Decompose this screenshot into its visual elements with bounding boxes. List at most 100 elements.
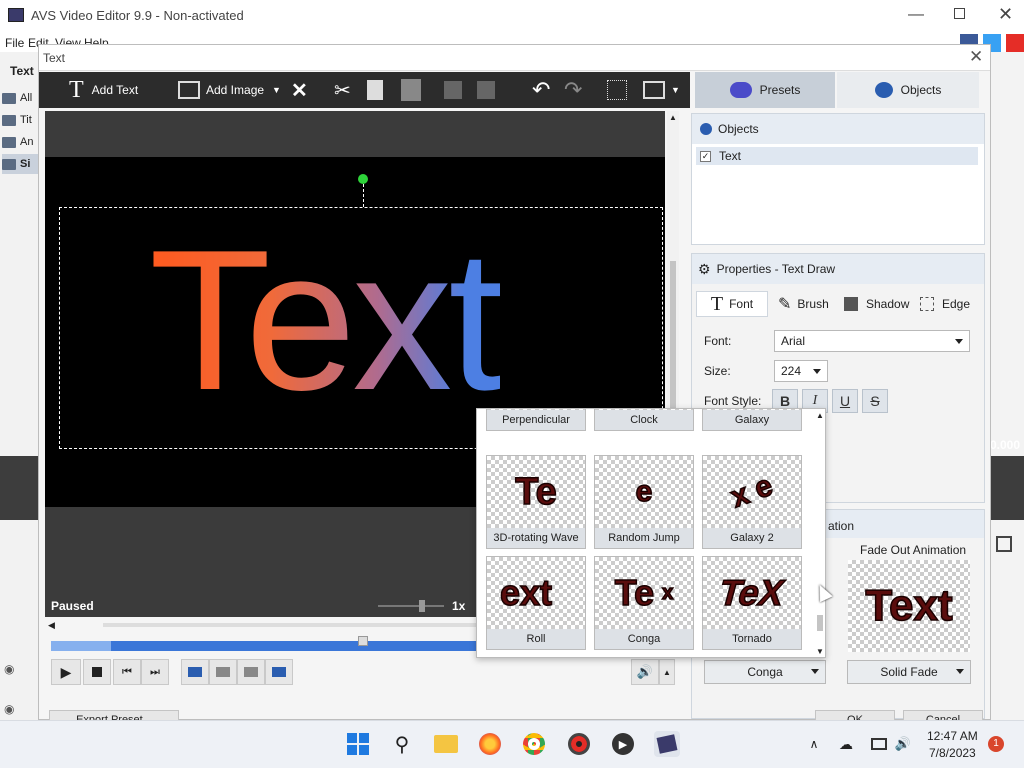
animation-thumbnail: Te — [487, 456, 585, 528]
app-logo-icon — [8, 8, 24, 22]
tab-brush[interactable]: ✎ Brush — [778, 291, 829, 317]
delete-icon[interactable]: ✕ — [291, 72, 308, 108]
animation-option-galaxy[interactable]: Galaxy — [702, 409, 802, 431]
avs-editor-taskbar-icon[interactable] — [654, 731, 680, 757]
minimize-icon[interactable]: — — [908, 6, 924, 24]
dialog-close-icon[interactable]: ✕ — [969, 47, 983, 67]
media-player-icon[interactable]: ▶ — [610, 731, 636, 757]
scroll-up-icon[interactable]: ▲ — [816, 411, 824, 420]
object-list-item[interactable]: ✓ Text — [696, 147, 978, 165]
eye-icon[interactable]: ◉ — [4, 702, 34, 716]
send-backward-icon[interactable] — [477, 72, 495, 108]
animation-header-title: ation — [828, 519, 855, 533]
grid-icon[interactable] — [607, 72, 627, 108]
folder-icon — [2, 114, 16, 126]
bg-item[interactable]: An — [2, 132, 38, 152]
timeline-fade-in-region[interactable] — [51, 641, 111, 651]
speed-value: 1x — [452, 599, 466, 613]
fade-out-preview[interactable]: Text — [848, 560, 970, 652]
rotate-handle[interactable] — [358, 174, 368, 184]
add-text-button[interactable]: T Add Text — [69, 72, 138, 108]
dialog-titlebar: Text ✕ — [39, 45, 990, 71]
volume-button[interactable]: 🔊 — [631, 659, 659, 685]
strikethrough-button[interactable]: S — [862, 389, 888, 413]
tab-presets[interactable]: Presets — [695, 72, 835, 108]
scroll-up-icon[interactable]: ▲ — [669, 113, 677, 122]
bg-item-selected[interactable]: Si — [2, 154, 38, 174]
chevron-up-icon[interactable]: ∧ — [801, 731, 827, 757]
bring-forward-icon[interactable] — [444, 72, 462, 108]
marker-button[interactable] — [181, 659, 209, 685]
copy-icon[interactable] — [367, 72, 383, 108]
maximize-icon[interactable] — [954, 8, 965, 19]
speed-slider-track[interactable] — [378, 605, 444, 607]
scroll-down-icon[interactable]: ▼ — [816, 647, 824, 656]
animation-option-clock[interactable]: Clock — [594, 409, 694, 431]
marker-button[interactable] — [265, 659, 293, 685]
timeline-position-marker[interactable] — [358, 636, 368, 646]
recorder-icon[interactable] — [566, 731, 592, 757]
underline-button[interactable]: U — [832, 389, 858, 413]
animation-option-roll[interactable]: ext Roll — [486, 556, 586, 650]
undo-icon[interactable]: ↶ — [532, 72, 550, 108]
previous-frame-button[interactable]: ⏮ — [113, 659, 141, 685]
search-icon[interactable]: ⚲ — [389, 731, 415, 757]
animation-option-galaxy-2[interactable]: x e Galaxy 2 — [702, 455, 802, 549]
menu-file[interactable]: File — [5, 36, 24, 50]
file-explorer-icon[interactable] — [433, 731, 459, 757]
clock-time[interactable]: 12:47 AM — [927, 729, 978, 743]
font-select[interactable]: Arial — [774, 330, 970, 352]
scroll-thumb[interactable] — [817, 615, 823, 631]
tab-edge[interactable]: Edge — [920, 291, 970, 317]
animation-option-tornado[interactable]: TeX Tornado — [702, 556, 802, 650]
clock-date[interactable]: 7/8/2023 — [929, 746, 976, 760]
windows-start-icon[interactable] — [345, 731, 371, 757]
timeline-left-icon[interactable]: ◀ — [48, 620, 55, 631]
firefox-icon[interactable] — [477, 731, 503, 757]
font-t-icon: T — [710, 292, 724, 315]
animation-option-random-jump[interactable]: e Random Jump — [594, 455, 694, 549]
eye-icon[interactable]: ◉ — [4, 662, 34, 676]
volume-icon[interactable]: 🔊 — [890, 731, 916, 757]
bg-item[interactable]: Tit — [2, 110, 38, 130]
youtube-icon[interactable] — [1006, 34, 1024, 52]
popup-scrollbar[interactable]: ▲ ▼ — [813, 409, 825, 657]
size-select[interactable]: 224 — [774, 360, 828, 382]
add-image-button[interactable]: Add Image — [178, 72, 264, 108]
marker-button[interactable] — [237, 659, 265, 685]
dialog-title: Text — [43, 51, 66, 65]
network-icon[interactable]: ☁ — [833, 731, 859, 757]
tab-shadow[interactable]: Shadow — [844, 291, 909, 317]
animation-option-perpendicular[interactable]: Perpendicular — [486, 409, 586, 431]
fullscreen-icon[interactable] — [996, 536, 1012, 552]
play-button[interactable]: ▶ — [51, 659, 81, 685]
add-image-dropdown-icon[interactable]: ▼ — [272, 72, 281, 108]
redo-icon[interactable]: ↷ — [564, 72, 582, 108]
screen-dropdown-icon[interactable]: ▼ — [671, 72, 680, 108]
font-style-label: Font Style: — [704, 394, 762, 408]
fade-out-animation-select[interactable]: Solid Fade — [847, 660, 971, 684]
stop-button[interactable] — [83, 659, 111, 685]
fade-in-animation-select[interactable]: Conga — [704, 660, 826, 684]
edge-icon — [920, 297, 934, 311]
chrome-icon[interactable] — [521, 731, 547, 757]
background-right: 0.000 — [990, 52, 1024, 720]
animation-option-conga[interactable]: Te x Conga — [594, 556, 694, 650]
timeline-scroll-track[interactable] — [103, 623, 479, 627]
bg-item[interactable]: All — [2, 88, 38, 108]
close-icon[interactable]: ✕ — [998, 4, 1013, 25]
next-frame-button[interactable]: ⏭ — [141, 659, 169, 685]
monitor-icon[interactable] — [866, 731, 892, 757]
speed-slider-thumb[interactable] — [419, 600, 425, 612]
tab-objects[interactable]: Objects — [837, 72, 979, 108]
volume-dropdown[interactable]: ▲ — [659, 659, 675, 685]
animation-option-3d-rotating-wave[interactable]: Te 3D-rotating Wave — [486, 455, 586, 549]
marker-button[interactable] — [209, 659, 237, 685]
object-visibility-checkbox[interactable]: ✓ — [700, 150, 711, 162]
cut-icon[interactable]: ✂ — [334, 72, 351, 108]
timeline-bar[interactable] — [51, 641, 481, 651]
notification-badge[interactable]: 1 — [988, 736, 1004, 752]
tab-font[interactable]: T Font — [696, 291, 768, 317]
screen-icon[interactable] — [643, 72, 665, 108]
paste-icon[interactable] — [401, 72, 421, 108]
